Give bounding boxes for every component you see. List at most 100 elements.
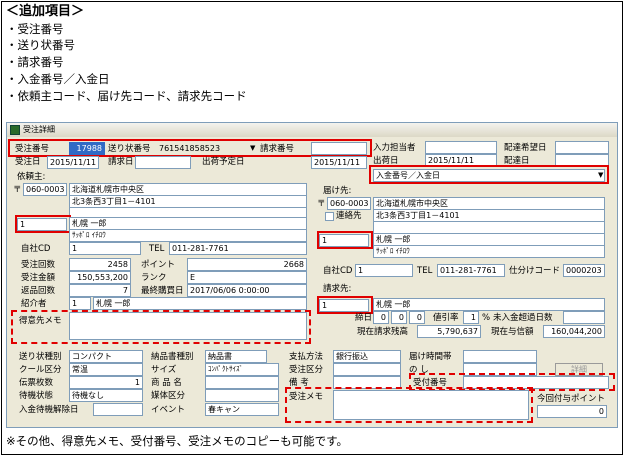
- billing-date-field[interactable]: [135, 156, 191, 169]
- slip-count-field[interactable]: 1: [69, 376, 143, 389]
- ship-sched-field[interactable]: 2015/11/11: [311, 156, 367, 169]
- ship-to-zip-field[interactable]: 060-0003: [327, 197, 371, 210]
- app-icon: [10, 125, 20, 135]
- order-count-label: 受注回数: [21, 260, 56, 270]
- cool-type-field[interactable]: 常温: [69, 363, 143, 376]
- this-points-field: 0: [537, 405, 607, 418]
- size-label: サイズ: [151, 365, 177, 375]
- sort-code-label: 仕分けコード: [509, 266, 561, 276]
- delivery-time-field[interactable]: [463, 350, 537, 363]
- waybill-type-field[interactable]: コンパクト: [69, 350, 143, 363]
- notes-heading: ＜追加項目＞: [6, 4, 85, 19]
- sort-code-field[interactable]: 0000203: [563, 264, 605, 277]
- note-item: ・送り状番号: [6, 38, 75, 52]
- returns-label: 返品回数: [21, 286, 56, 296]
- payment-method-label: 支払方法: [289, 352, 324, 362]
- discount-field[interactable]: 1: [463, 311, 479, 324]
- client-tel-field[interactable]: 011-281-7761: [169, 242, 307, 255]
- size-field[interactable]: ｺﾝﾊﾟｸﾄｻｲｽﾞ: [205, 363, 279, 376]
- event-label: イベント: [151, 405, 186, 415]
- slip-type-field[interactable]: 納品書: [205, 350, 267, 363]
- window-title: 受注詳細: [23, 125, 55, 134]
- order-type-label: 受注区分: [289, 365, 324, 375]
- closing-day-field-2[interactable]: 0: [391, 311, 407, 324]
- contact-label: 連絡先: [336, 211, 362, 221]
- referrer-label: 紹介者: [21, 299, 47, 309]
- points-field: 2668: [187, 258, 307, 271]
- order-count-field: 2458: [69, 258, 131, 271]
- window-titlebar: 受注詳細: [7, 123, 617, 137]
- bill-to-section-label: 請求先:: [323, 284, 352, 294]
- rank-field: E: [187, 271, 307, 284]
- media-type-label: 媒体区分: [151, 391, 186, 401]
- ship-sched-label: 出荷予定日: [202, 157, 245, 167]
- highlight-order-memo: [285, 387, 533, 423]
- highlight-customer-memo: [11, 310, 311, 344]
- zip-mark: 〒: [317, 199, 326, 209]
- product-name-field[interactable]: [205, 376, 279, 389]
- notes-footer: ※その他、得意先メモ、受付番号、受注メモのコピーも可能です。: [6, 434, 348, 448]
- highlight-client-code: [15, 215, 71, 233]
- credit-label: 現在与信額: [491, 327, 534, 337]
- ship-to-kana-field[interactable]: ｻｯﾎﾟﾛ ｲﾁﾛｳ: [373, 245, 605, 258]
- balance-label: 現在請求残高: [357, 327, 409, 337]
- order-date-label: 受注日: [15, 157, 41, 167]
- order-type-field[interactable]: [333, 363, 401, 376]
- client-cd-label: 自社CD: [21, 244, 51, 254]
- delivery-time-label: 届け時間帯: [409, 352, 452, 362]
- desired-date-field[interactable]: [555, 141, 609, 154]
- note-item: ・請求番号: [6, 55, 64, 69]
- order-amount-field: 150,553,200: [69, 271, 131, 284]
- client-tel-label: TEL: [149, 244, 165, 254]
- staff-label: 入力担当者: [373, 143, 416, 153]
- client-cd-field[interactable]: 1: [69, 242, 141, 255]
- referrer-name-field[interactable]: 札幌 一郎: [93, 297, 307, 310]
- closing-day-field[interactable]: 0: [373, 311, 389, 324]
- note-item: ・依頼主コード、届け先コード、請求先コード: [6, 89, 247, 103]
- event-field[interactable]: 春キャン: [205, 403, 279, 416]
- referrer-code-field[interactable]: 1: [69, 297, 91, 310]
- cool-type-label: クール区分: [19, 365, 62, 375]
- overdue-days-field: [563, 311, 605, 324]
- order-amount-label: 受注金額: [21, 273, 56, 283]
- credit-field: 160,044,200: [543, 325, 605, 338]
- points-label: ポイント: [141, 260, 176, 270]
- zip-mark: 〒: [13, 185, 22, 195]
- billing-date-label: 請求日: [108, 157, 134, 167]
- waybill-type-label: 送り状種別: [19, 352, 62, 362]
- ship-to-tel-field[interactable]: 011-281-7761: [437, 264, 505, 277]
- discount-label: 値引率: [433, 313, 459, 323]
- slip-count-label: 伝票枚数: [19, 378, 54, 388]
- overdue-days-label: 未入金超過日数: [493, 313, 553, 323]
- rank-label: ランク: [141, 273, 167, 283]
- highlight-order-numbers: [8, 139, 372, 157]
- desired-date-label: 配達希望日: [504, 143, 547, 153]
- client-kana-field[interactable]: ｻｯﾎﾟﾛ ｲﾁﾛｳ: [69, 229, 307, 242]
- this-points-label: 今回付与ポイント: [537, 394, 606, 404]
- wait-release-date-field[interactable]: [93, 403, 143, 416]
- contact-checkbox[interactable]: [325, 212, 334, 221]
- last-purchase-label: 最終購買日: [141, 286, 184, 296]
- media-type-field[interactable]: [205, 389, 279, 402]
- percent-label: %: [482, 313, 491, 323]
- wait-release-date-label: 入金待機解除日: [19, 405, 79, 415]
- payment-method-field[interactable]: 銀行振込: [333, 350, 401, 363]
- closing-day-field-3[interactable]: 0: [409, 311, 425, 324]
- wait-status-field[interactable]: 待機なし: [69, 389, 143, 402]
- client-section-label: 依頼主:: [17, 172, 46, 182]
- wait-status-label: 待機状態: [19, 391, 54, 401]
- note-item: ・入金番号／入金日: [6, 72, 110, 86]
- bill-to-name-field[interactable]: 札幌 一郎: [373, 298, 605, 311]
- slip-type-label: 納品書種別: [151, 352, 194, 362]
- highlight-ship-to-code: [317, 231, 373, 249]
- client-zip-field[interactable]: 060-0003: [23, 183, 67, 196]
- ship-to-section-label: 届け先:: [323, 186, 352, 196]
- order-date-field[interactable]: 2015/11/11: [47, 156, 99, 169]
- ship-to-cd-field[interactable]: 1: [355, 264, 413, 277]
- note-item: ・受注番号: [6, 22, 64, 36]
- closing-day-label: 締日: [355, 313, 373, 323]
- ship-to-tel-label: TEL: [417, 266, 433, 276]
- staff-field[interactable]: [425, 141, 497, 154]
- ship-to-cd-label: 自社CD: [323, 266, 353, 276]
- last-purchase-field: 2017/06/06 0:00:00: [187, 284, 307, 297]
